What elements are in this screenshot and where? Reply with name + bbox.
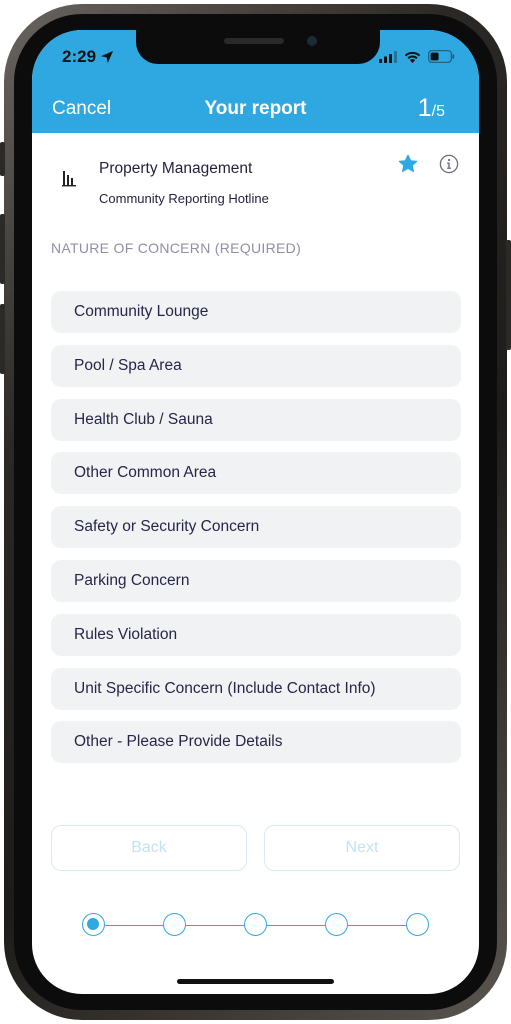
option-community-lounge[interactable]: Community Lounge: [51, 291, 461, 333]
notch: [136, 30, 380, 64]
step-counter: 1/5: [418, 94, 445, 123]
progress-step-4: [325, 913, 348, 936]
status-time: 2:29: [62, 47, 114, 67]
info-icon[interactable]: [439, 154, 459, 174]
progress-step-1: [82, 913, 105, 936]
option-parking[interactable]: Parking Concern: [51, 559, 461, 602]
location-arrow-icon: [101, 51, 114, 63]
organization-name: Property Management: [99, 160, 253, 177]
wifi-icon: [404, 51, 421, 63]
battery-icon: [428, 50, 455, 63]
progress-indicator: [82, 913, 432, 937]
app-header: 2:29 Cancel Your report 1/5: [32, 30, 479, 133]
option-rules-violation[interactable]: Rules Violation: [51, 613, 461, 656]
cellular-signal-icon: [379, 50, 397, 63]
front-camera: [307, 36, 317, 46]
progress-step-2: [163, 913, 186, 936]
organization-logo: [62, 171, 76, 187]
volume-down-button: [0, 304, 5, 374]
progress-step-5: [406, 913, 429, 936]
back-button[interactable]: Back: [51, 825, 247, 871]
option-other-details[interactable]: Other - Please Provide Details: [51, 721, 461, 764]
step-total: 5: [436, 103, 445, 120]
status-icons: [379, 50, 455, 63]
option-other-common-area[interactable]: Other Common Area: [51, 452, 461, 495]
option-safety-security[interactable]: Safety or Security Concern: [51, 506, 461, 549]
section-label: NATURE OF CONCERN (REQUIRED): [51, 240, 302, 256]
next-button[interactable]: Next: [264, 825, 460, 871]
organization-card: Property Management Community Reporting …: [32, 133, 479, 223]
option-pool-spa-area[interactable]: Pool / Spa Area: [51, 344, 461, 387]
progress-connector: [186, 924, 244, 926]
app-screen: 2:29 Cancel Your report 1/5 Property Man…: [32, 30, 479, 994]
status-time-text: 2:29: [62, 47, 97, 66]
progress-connector: [105, 924, 163, 926]
star-icon[interactable]: [398, 154, 418, 174]
volume-up-button: [0, 214, 5, 284]
mute-switch: [0, 142, 5, 176]
progress-connector: [348, 924, 406, 926]
organization-subtitle: Community Reporting Hotline: [99, 191, 269, 206]
progress-connector: [267, 924, 325, 926]
page-title: Your report: [204, 98, 307, 119]
speaker-grille: [224, 38, 284, 44]
concern-options-list: Community Lounge Pool / Spa Area Health …: [51, 291, 461, 775]
option-health-club-sauna[interactable]: Health Club / Sauna: [51, 398, 461, 441]
option-unit-specific[interactable]: Unit Specific Concern (Include Contact I…: [51, 667, 461, 710]
power-button: [506, 240, 511, 350]
step-current: 1: [417, 94, 432, 122]
progress-step-3: [244, 913, 267, 936]
home-indicator[interactable]: [177, 979, 334, 984]
